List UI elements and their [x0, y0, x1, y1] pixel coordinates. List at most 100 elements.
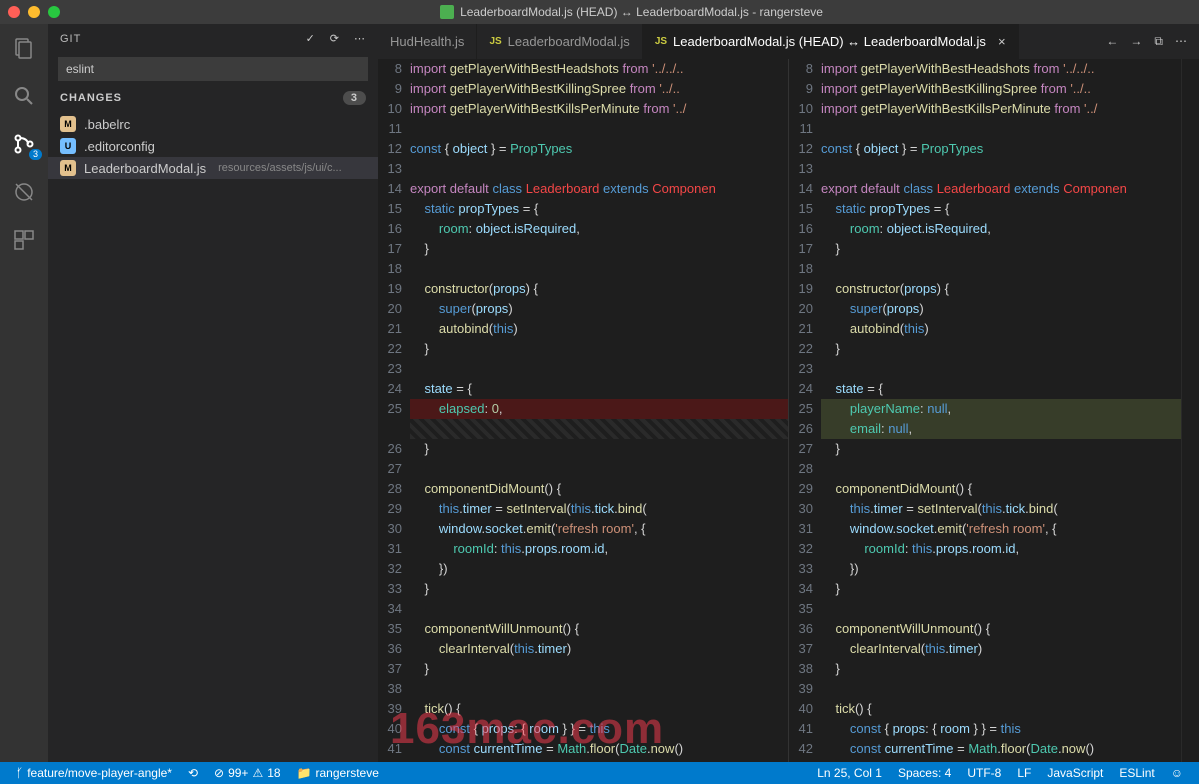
code-line[interactable]: } [410, 439, 788, 459]
code-line[interactable]: } [821, 239, 1181, 259]
code-line[interactable]: componentWillUnmount() { [410, 619, 788, 639]
code-line[interactable]: import getPlayerWithBestKillingSpree fro… [410, 79, 788, 99]
next-editor-icon[interactable]: → [1130, 34, 1142, 49]
tab[interactable]: JSLeaderboardModal.js [477, 24, 642, 59]
code-line[interactable]: componentWillUnmount() { [821, 619, 1181, 639]
code-line[interactable]: import getPlayerWithBestKillsPerMinute f… [821, 99, 1181, 119]
scm-icon[interactable]: 3 [10, 130, 38, 158]
code-line[interactable] [821, 459, 1181, 479]
code-line[interactable]: componentDidMount() { [821, 479, 1181, 499]
code-line[interactable]: } [410, 579, 788, 599]
code-line[interactable]: const currentTime = Math.floor(Date.now(… [410, 739, 788, 759]
more-icon[interactable]: ⋯ [354, 32, 366, 45]
search-icon[interactable] [10, 82, 38, 110]
code-line[interactable] [821, 599, 1181, 619]
code-line[interactable]: autobind(this) [821, 319, 1181, 339]
split-editor-icon[interactable]: ⧉ [1154, 34, 1163, 49]
code-line[interactable]: import getPlayerWithBestKillsPerMinute f… [410, 99, 788, 119]
code-line[interactable]: room: object.isRequired, [410, 219, 788, 239]
refresh-icon[interactable]: ⟳ [330, 32, 340, 45]
code-line[interactable]: tick() { [821, 699, 1181, 719]
code-line[interactable]: window.socket.emit('refresh room', { [410, 519, 788, 539]
code-line[interactable] [410, 359, 788, 379]
prev-editor-icon[interactable]: ← [1106, 34, 1118, 49]
code-line[interactable]: playerName: null, [821, 399, 1181, 419]
code-line[interactable]: import getPlayerWithBestHeadshots from '… [410, 59, 788, 79]
code-line[interactable] [410, 599, 788, 619]
code-line[interactable]: const { props: { room } } = this [821, 719, 1181, 739]
code-line[interactable]: import getPlayerWithBestHeadshots from '… [821, 59, 1181, 79]
more-editor-icon[interactable]: ⋯ [1175, 34, 1187, 49]
tab[interactable]: HudHealth.js [378, 24, 477, 59]
cursor-status[interactable]: Ln 25, Col 1 [809, 766, 890, 780]
code-line[interactable]: room: object.isRequired, [821, 219, 1181, 239]
code-line[interactable]: import getPlayerWithBestKillingSpree fro… [821, 79, 1181, 99]
code-line[interactable]: export default class Leaderboard extends… [821, 179, 1181, 199]
diff-pane-original[interactable]: 8910111213141516171819202122232425262728… [378, 59, 789, 762]
code-line[interactable] [821, 159, 1181, 179]
code-line[interactable]: window.socket.emit('refresh room', { [821, 519, 1181, 539]
code-line[interactable]: componentDidMount() { [410, 479, 788, 499]
spaces-status[interactable]: Spaces: 4 [890, 766, 959, 780]
code-line[interactable]: state = { [410, 379, 788, 399]
code-line[interactable] [410, 159, 788, 179]
code-line[interactable]: super(props) [410, 299, 788, 319]
sync-status[interactable]: ⟲ [180, 766, 206, 780]
minimap[interactable] [1181, 59, 1199, 762]
diff-editor[interactable]: 8910111213141516171819202122232425262728… [378, 59, 1199, 762]
code-line[interactable] [821, 359, 1181, 379]
code-line[interactable]: export default class Leaderboard extends… [410, 179, 788, 199]
change-item[interactable]: U.editorconfig [48, 135, 378, 157]
code-line[interactable]: }) [410, 559, 788, 579]
code-line[interactable]: this.timer = setInterval(this.tick.bind( [821, 499, 1181, 519]
code-line[interactable]: elapsed: 0, [410, 399, 788, 419]
code-line[interactable] [821, 259, 1181, 279]
code-line[interactable]: super(props) [821, 299, 1181, 319]
folder-status[interactable]: 📁 rangersteve [289, 766, 387, 780]
code-line[interactable]: const { props: { room } } = this [410, 719, 788, 739]
code-line[interactable]: roomId: this.props.room.id, [821, 539, 1181, 559]
code-line[interactable]: clearInterval(this.timer) [821, 639, 1181, 659]
code-line[interactable]: autobind(this) [410, 319, 788, 339]
language-status[interactable]: JavaScript [1039, 766, 1111, 780]
code-line[interactable] [410, 259, 788, 279]
branch-status[interactable]: ᚶ feature/move-player-angle* [8, 766, 180, 780]
code-line[interactable]: this.timer = setInterval(this.tick.bind( [410, 499, 788, 519]
code-line[interactable]: static propTypes = { [410, 199, 788, 219]
code-line[interactable] [821, 679, 1181, 699]
code-line[interactable]: const currentTime = Math.floor(Date.now(… [821, 739, 1181, 759]
code-line[interactable]: } [410, 659, 788, 679]
minimize-icon[interactable] [28, 6, 40, 18]
code-line[interactable]: tick() { [410, 699, 788, 719]
change-item[interactable]: M.babelrc [48, 113, 378, 135]
encoding-status[interactable]: UTF-8 [959, 766, 1009, 780]
code-line[interactable]: email: null, [821, 419, 1181, 439]
errors-status[interactable]: ⊘ 99+ ⚠ 18 [206, 766, 289, 780]
maximize-icon[interactable] [48, 6, 60, 18]
code-line[interactable]: } [821, 579, 1181, 599]
code-line[interactable]: } [410, 339, 788, 359]
code-line[interactable]: state = { [821, 379, 1181, 399]
code-line[interactable]: constructor(props) { [410, 279, 788, 299]
code-line[interactable]: } [821, 339, 1181, 359]
code-line[interactable] [410, 459, 788, 479]
eslint-status[interactable]: ESLint [1111, 766, 1162, 780]
change-item[interactable]: MLeaderboardModal.jsresources/assets/js/… [48, 157, 378, 179]
code-line[interactable]: } [410, 239, 788, 259]
code-line[interactable] [410, 119, 788, 139]
close-icon[interactable] [8, 6, 20, 18]
code-line[interactable]: const { object } = PropTypes [821, 139, 1181, 159]
code-line[interactable]: clearInterval(this.timer) [410, 639, 788, 659]
code-line[interactable]: } [821, 439, 1181, 459]
code-line[interactable]: roomId: this.props.room.id, [410, 539, 788, 559]
close-icon[interactable]: × [998, 34, 1006, 49]
commit-message[interactable] [58, 57, 368, 81]
explorer-icon[interactable] [10, 34, 38, 62]
code-line[interactable] [821, 119, 1181, 139]
commit-icon[interactable]: ✓ [306, 32, 316, 45]
code-line[interactable] [410, 419, 788, 439]
code-line[interactable]: }) [821, 559, 1181, 579]
feedback-icon[interactable]: ☺ [1163, 766, 1191, 780]
code-line[interactable]: const { object } = PropTypes [410, 139, 788, 159]
code-line[interactable]: constructor(props) { [821, 279, 1181, 299]
